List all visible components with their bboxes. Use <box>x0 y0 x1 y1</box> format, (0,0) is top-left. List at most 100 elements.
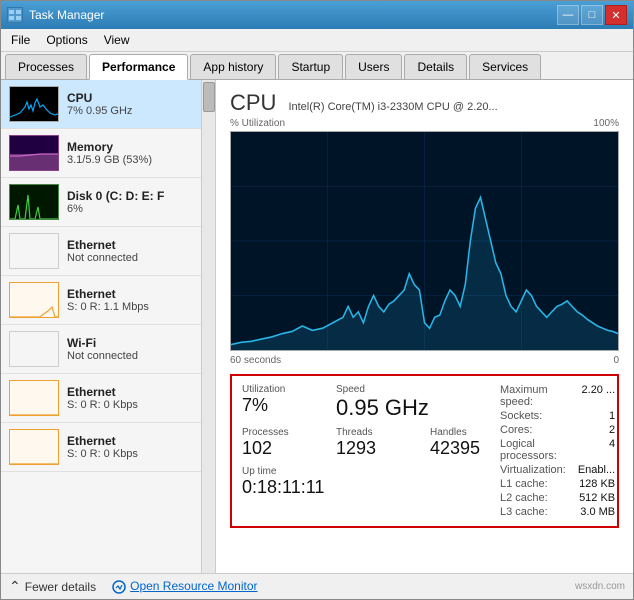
sidebar-item-memory[interactable]: Memory 3.1/5.9 GB (53%) <box>1 129 215 178</box>
stats-row-1: Utilization 7% Speed 0.95 GHz <box>242 384 500 421</box>
ethernet3-info: Ethernet S: 0 R: 0 Kbps <box>67 385 193 411</box>
max-speed-value: 2.20 ... <box>578 384 615 408</box>
close-button[interactable]: ✕ <box>605 5 627 25</box>
sockets-value: 1 <box>578 410 615 422</box>
ethernet4-info: Ethernet S: 0 R: 0 Kbps <box>67 434 193 460</box>
stats-row-2: Processes 102 Threads 1293 Handles 42395 <box>242 427 500 460</box>
cpu-info: CPU 7% 0.95 GHz <box>67 91 193 117</box>
cores-value: 2 <box>578 424 615 436</box>
sidebar-item-wifi[interactable]: Wi-Fi Not connected <box>1 325 215 374</box>
sidebar-scrollbar[interactable] <box>201 80 215 573</box>
tab-startup[interactable]: Startup <box>278 54 343 79</box>
fewer-details-label: Fewer details <box>25 580 96 594</box>
ethernet3-mini-graph <box>9 380 59 416</box>
graph-label-right: 100% <box>593 118 619 129</box>
threads-group: Threads 1293 <box>336 427 406 460</box>
memory-value: 3.1/5.9 GB (53%) <box>67 154 193 166</box>
disk-name: Disk 0 (C: D: E: F <box>67 189 193 203</box>
wifi-name: Wi-Fi <box>67 336 193 350</box>
logical-value: 4 <box>578 438 615 462</box>
chevron-up-icon: ⌃ <box>9 578 21 595</box>
tab-details[interactable]: Details <box>404 54 467 79</box>
threads-value: 1293 <box>336 438 406 460</box>
max-speed-label: Maximum speed: <box>500 384 566 408</box>
l3-label: L3 cache: <box>500 506 566 518</box>
ethernet1-name: Ethernet <box>67 238 193 252</box>
time-label-left: 60 seconds <box>230 355 281 366</box>
tab-processes[interactable]: Processes <box>5 54 87 79</box>
ethernet2-value: S: 0 R: 1.1 Mbps <box>67 301 193 313</box>
sidebar-scroll-thumb[interactable] <box>203 82 215 112</box>
cpu-value: 7% 0.95 GHz <box>67 105 193 117</box>
maximize-button[interactable]: □ <box>581 5 603 25</box>
disk-info: Disk 0 (C: D: E: F 6% <box>67 189 193 215</box>
l1-value: 128 KB <box>578 478 615 490</box>
speed-value: 0.95 GHz <box>336 395 429 421</box>
ethernet2-name: Ethernet <box>67 287 193 301</box>
cpu-title-row: CPU Intel(R) Core(TM) i3-2330M CPU @ 2.2… <box>230 90 619 116</box>
handles-label: Handles <box>430 427 500 438</box>
ethernet4-name: Ethernet <box>67 434 193 448</box>
sidebar-item-ethernet3[interactable]: Ethernet S: 0 R: 0 Kbps <box>1 374 215 423</box>
cpu-title: CPU <box>230 90 276 116</box>
sidebar-item-ethernet2[interactable]: Ethernet S: 0 R: 1.1 Mbps <box>1 276 215 325</box>
tab-bar: Processes Performance App history Startu… <box>1 52 633 80</box>
uptime-row: Up time 0:18:11:11 <box>242 466 500 499</box>
ethernet4-value: S: 0 R: 0 Kbps <box>67 448 193 460</box>
cpu-graph <box>230 131 619 351</box>
disk-value: 6% <box>67 203 193 215</box>
monitor-icon <box>112 579 126 594</box>
uptime-value: 0:18:11:11 <box>242 477 500 499</box>
ethernet2-info: Ethernet S: 0 R: 1.1 Mbps <box>67 287 193 313</box>
l2-value: 512 KB <box>578 492 615 504</box>
open-resource-monitor-link[interactable]: Open Resource Monitor <box>112 579 257 594</box>
sidebar: CPU 7% 0.95 GHz Memory 3.1/5.9 GB (53%) <box>1 80 216 573</box>
menu-view[interactable]: View <box>98 31 136 49</box>
virtualization-label: Virtualization: <box>500 464 566 476</box>
menu-options[interactable]: Options <box>40 31 93 49</box>
utilization-value: 7% <box>242 395 312 417</box>
title-bar: Task Manager — □ ✕ <box>1 1 633 29</box>
uptime-label: Up time <box>242 466 500 477</box>
virtualization-value: Enabl... <box>578 464 615 476</box>
l2-label: L2 cache: <box>500 492 566 504</box>
time-label-right: 0 <box>613 355 619 366</box>
l3-value: 3.0 MB <box>578 506 615 518</box>
window-controls: — □ ✕ <box>557 5 627 25</box>
ethernet4-mini-graph <box>9 429 59 465</box>
fewer-details-button[interactable]: ⌃ Fewer details <box>9 578 96 595</box>
utilization-label: Utilization <box>242 384 312 395</box>
speed-label: Speed <box>336 384 429 395</box>
cpu-subtitle: Intel(R) Core(TM) i3-2330M CPU @ 2.20... <box>288 101 497 113</box>
cpu-info-panel: Maximum speed: 2.20 ... Sockets: 1 Cores… <box>500 384 615 518</box>
speed-group: Speed 0.95 GHz <box>336 384 429 421</box>
tab-performance[interactable]: Performance <box>89 54 188 80</box>
handles-value: 42395 <box>430 438 500 460</box>
task-manager-window: Task Manager — □ ✕ File Options View Pro… <box>0 0 634 600</box>
cpu-graph-svg <box>231 132 618 350</box>
tab-users[interactable]: Users <box>345 54 402 79</box>
cores-label: Cores: <box>500 424 566 436</box>
status-bar: ⌃ Fewer details Open Resource Monitor ws… <box>1 573 633 599</box>
minimize-button[interactable]: — <box>557 5 579 25</box>
tab-app-history[interactable]: App history <box>190 54 276 79</box>
ethernet1-info: Ethernet Not connected <box>67 238 193 264</box>
threads-label: Threads <box>336 427 406 438</box>
sidebar-item-cpu[interactable]: CPU 7% 0.95 GHz <box>1 80 215 129</box>
graph-labels: % Utilization 100% <box>230 118 619 129</box>
stats-box: Utilization 7% Speed 0.95 GHz Proces <box>230 374 619 528</box>
disk-mini-graph <box>9 184 59 220</box>
sidebar-item-disk[interactable]: Disk 0 (C: D: E: F 6% <box>1 178 215 227</box>
ethernet1-value: Not connected <box>67 252 193 264</box>
tab-services[interactable]: Services <box>469 54 541 79</box>
app-icon <box>7 7 23 23</box>
utilization-group: Utilization 7% <box>242 384 312 421</box>
sidebar-item-ethernet4[interactable]: Ethernet S: 0 R: 0 Kbps <box>1 423 215 472</box>
menu-file[interactable]: File <box>5 31 36 49</box>
main-content: CPU 7% 0.95 GHz Memory 3.1/5.9 GB (53%) <box>1 80 633 573</box>
sidebar-item-ethernet1[interactable]: Ethernet Not connected <box>1 227 215 276</box>
memory-name: Memory <box>67 140 193 154</box>
cpu-name: CPU <box>67 91 193 105</box>
processes-label: Processes <box>242 427 312 438</box>
graph-time-labels: 60 seconds 0 <box>230 355 619 366</box>
